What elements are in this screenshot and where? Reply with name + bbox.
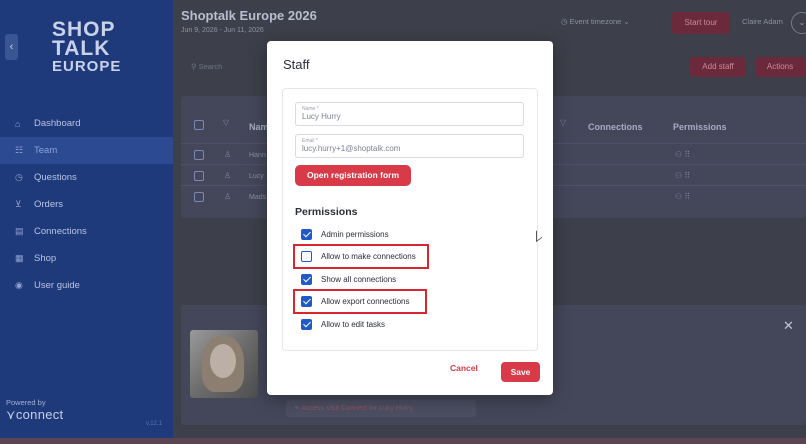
cart-icon: ⊻ bbox=[15, 199, 22, 209]
sidebar-item-label: Shop bbox=[34, 253, 57, 264]
collapse-sidebar-button[interactable]: ‹ bbox=[5, 34, 18, 60]
sidebar: ‹ SHOP TALK EUROPE ⌂ Dashboard ☷ Team ◷ Quest… bbox=[0, 0, 173, 444]
sidebar-item-label: User guide bbox=[34, 280, 80, 291]
filter-icon[interactable]: ▽ bbox=[560, 118, 566, 127]
checkbox-checked[interactable] bbox=[301, 318, 312, 330]
sidebar-item-dashboard[interactable]: ⌂ Dashboard bbox=[0, 110, 173, 137]
row-checkbox[interactable] bbox=[194, 192, 204, 202]
permissions-icon: ⚇ ⠿ bbox=[675, 192, 691, 201]
chevron-down-icon: ⌄ bbox=[621, 17, 630, 26]
home-icon: ⌂ bbox=[15, 118, 21, 129]
staff-modal: Staff Name * Lucy Hurry Email * lucy.hur… bbox=[267, 41, 553, 395]
event-dates: Jun 9, 2026 - Jun 11, 2026 bbox=[181, 27, 264, 34]
sidebar-nav: ⌂ Dashboard ☷ Team ◷ Questions ⊻ Orders ▤ Connect… bbox=[0, 110, 173, 299]
event-title: Shoptalk Europe 2026 bbox=[181, 8, 317, 23]
checkbox-checked[interactable] bbox=[301, 228, 312, 240]
team-icon: ☷ bbox=[15, 145, 24, 155]
permission-label: Allow to edit tasks bbox=[321, 319, 386, 329]
row-name: Lucy bbox=[249, 173, 264, 180]
brand-logo: ⋎connect bbox=[6, 407, 64, 422]
sidebar-item-questions[interactable]: ◷ Questions bbox=[0, 164, 173, 191]
column-connections: Connections bbox=[588, 122, 643, 132]
sidebar-item-label: Dashboard bbox=[34, 118, 81, 129]
sidebar-item-label: Questions bbox=[34, 172, 77, 183]
checkbox-checked[interactable] bbox=[301, 273, 312, 285]
highlight-box bbox=[293, 289, 427, 314]
sidebar-item-user-guide[interactable]: ◉ User guide bbox=[0, 272, 173, 299]
name-value: Lucy Hurry bbox=[302, 112, 341, 121]
search-input[interactable]: ⚲ Search bbox=[181, 56, 271, 78]
sidebar-item-label: Connections bbox=[34, 226, 87, 237]
permissions-icon: ⚇ ⠿ bbox=[675, 171, 691, 180]
row-checkbox[interactable] bbox=[194, 150, 204, 160]
cancel-button[interactable]: Cancel bbox=[450, 363, 478, 373]
user-icon: ♙ bbox=[224, 150, 232, 159]
permission-show-all-connections[interactable]: Show all connections bbox=[301, 272, 396, 286]
clock-icon: ◷ bbox=[561, 17, 570, 26]
open-registration-button[interactable]: Open registration form bbox=[295, 165, 411, 186]
row-checkbox[interactable] bbox=[194, 171, 204, 181]
access-link[interactable]: ⚭ Access Visit Connect for Lucy Hurry bbox=[286, 400, 476, 417]
user-icon: ♙ bbox=[224, 171, 232, 180]
taskbar bbox=[0, 438, 806, 444]
shop-icon: ▦ bbox=[15, 253, 24, 263]
permission-allow-to-edit-tasks[interactable]: Allow to edit tasks bbox=[301, 317, 385, 331]
select-all-checkbox[interactable] bbox=[194, 120, 204, 130]
connections-icon: ▤ bbox=[15, 226, 24, 236]
avatar[interactable]: ⌄ bbox=[791, 12, 806, 34]
column-permissions: Permissions bbox=[673, 122, 727, 132]
add-staff-button[interactable]: Add staff bbox=[690, 57, 746, 77]
permission-label: Admin permissions bbox=[321, 229, 389, 239]
modal-title: Staff bbox=[283, 57, 310, 72]
staff-photo bbox=[190, 330, 258, 398]
timezone-selector[interactable]: ◷ Event timezone ⌄ bbox=[561, 17, 630, 26]
guide-icon: ◉ bbox=[15, 280, 23, 290]
user-name[interactable]: Claire Adam bbox=[742, 17, 783, 26]
row-name: Mads bbox=[249, 194, 267, 201]
row-name: Hann bbox=[249, 152, 266, 159]
permissions-icon: ⚇ ⠿ bbox=[675, 150, 691, 159]
powered-by-label: Powered by bbox=[6, 398, 46, 407]
sidebar-item-team[interactable]: ☷ Team bbox=[0, 137, 173, 164]
logo-line-3: EUROPE bbox=[52, 58, 122, 75]
sidebar-item-shop[interactable]: ▦ Shop bbox=[0, 245, 173, 272]
email-value: lucy.hurry+1@shoptalk.com bbox=[302, 144, 401, 153]
sidebar-item-label: Team bbox=[34, 145, 58, 156]
logo-line-2: TALK bbox=[52, 37, 111, 60]
sidebar-item-orders[interactable]: ⊻ Orders bbox=[0, 191, 173, 218]
email-field[interactable]: Email * lucy.hurry+1@shoptalk.com bbox=[295, 134, 524, 158]
filter-icon[interactable]: ▽ bbox=[223, 118, 229, 127]
permission-admin-permissions[interactable]: Admin permissions bbox=[301, 227, 389, 241]
name-field[interactable]: Name * Lucy Hurry bbox=[295, 102, 524, 126]
close-icon[interactable]: ✕ bbox=[783, 318, 794, 334]
sidebar-item-connections[interactable]: ▤ Connections bbox=[0, 218, 173, 245]
user-icon: ♙ bbox=[224, 192, 232, 201]
logo: SHOP TALK EUROPE bbox=[52, 19, 122, 75]
permissions-title: Permissions bbox=[295, 206, 358, 218]
highlight-box bbox=[293, 244, 429, 269]
sidebar-item-label: Orders bbox=[34, 199, 64, 210]
actions-button[interactable]: Actions bbox=[755, 57, 805, 77]
version-label: v.12.1 bbox=[146, 421, 162, 427]
permission-label: Show all connections bbox=[321, 274, 397, 284]
questions-icon: ◷ bbox=[15, 172, 23, 182]
save-button[interactable]: Save bbox=[501, 362, 540, 382]
search-icon: ⚲ bbox=[191, 62, 199, 71]
start-tour-button[interactable]: Start tour bbox=[672, 12, 730, 34]
